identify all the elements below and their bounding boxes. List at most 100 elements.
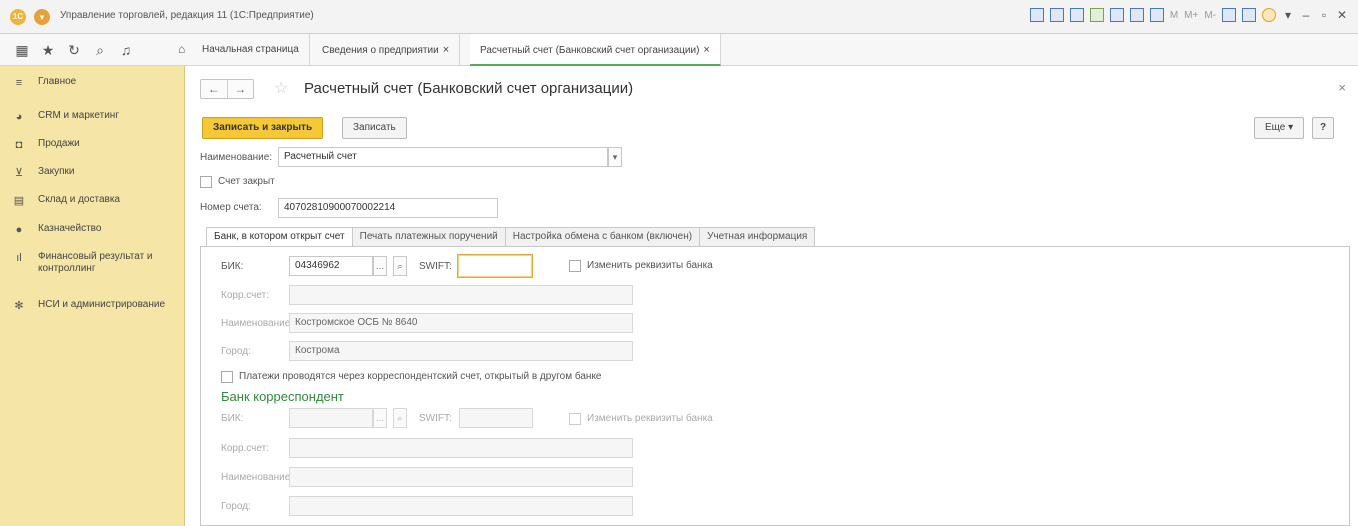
- save-icon[interactable]: [1029, 8, 1044, 22]
- more-button[interactable]: Еще ▾: [1254, 117, 1305, 139]
- tab-home[interactable]: Начальная страница: [192, 34, 310, 66]
- close-tab-icon[interactable]: ×: [443, 44, 449, 56]
- gear-icon: ✻: [14, 300, 24, 312]
- corr-bik-label: БИК:: [221, 413, 244, 424]
- corr-account-label: Корр.счет:: [221, 290, 269, 301]
- history-icon[interactable]: ↻: [66, 42, 82, 59]
- help-button[interactable]: ?: [1312, 117, 1334, 139]
- minimize-icon[interactable]: –: [1300, 8, 1312, 22]
- calendar-icon[interactable]: [1149, 8, 1164, 22]
- memory-m-icon[interactable]: M: [1170, 10, 1178, 21]
- sections-sidebar: ≡ Главное ◕ CRM и маркетинг ◘ Продажи ⊻ …: [0, 66, 185, 526]
- warehouse-icon: ▤: [13, 195, 25, 207]
- bik-open-button[interactable]: ⌕: [393, 256, 407, 276]
- cart-icon: ⊻: [14, 167, 24, 179]
- account-closed-checkbox[interactable]: [200, 176, 212, 188]
- bar-chart-icon: ıl: [16, 252, 22, 264]
- city-label: Город:: [221, 346, 251, 357]
- maximize-icon[interactable]: ▫: [1318, 8, 1330, 22]
- name-field[interactable]: Расчетный счет: [278, 147, 608, 167]
- dropdown-icon[interactable]: ▾: [1282, 8, 1294, 22]
- tab-bank[interactable]: Банк, в котором открыт счет: [206, 227, 353, 247]
- payments-via-corr-label: Платежи проводятся через корреспондентск…: [239, 371, 602, 382]
- preview-icon[interactable]: [1069, 8, 1084, 22]
- memory-plus-icon[interactable]: M+: [1184, 10, 1198, 21]
- pie-chart-icon: ◕: [15, 111, 23, 123]
- link-icon[interactable]: [1109, 8, 1124, 22]
- corr-bik-open-button[interactable]: ⌕: [393, 408, 407, 428]
- corr-corr-account-field[interactable]: [289, 438, 633, 458]
- tab-print-payments[interactable]: Печать платежных поручений: [352, 227, 506, 247]
- favorites-star-icon[interactable]: ★: [40, 42, 56, 59]
- corr-bik-field[interactable]: [289, 408, 373, 428]
- corr-corr-account-label: Корр.счет:: [221, 443, 269, 454]
- search-icon[interactable]: ⌕: [92, 42, 108, 59]
- sections-menu-icon[interactable]: ▦: [14, 42, 30, 59]
- attach-icon[interactable]: [1089, 8, 1104, 22]
- corr-bank-section-title: Банк корреспондент: [221, 389, 344, 404]
- window-title: Управление торговлей, редакция 11 (1С:Пр…: [60, 10, 314, 21]
- notifications-bell-icon[interactable]: ♫: [118, 42, 134, 58]
- favorite-star-icon[interactable]: ☆: [274, 78, 288, 98]
- corr-bank-name-field[interactable]: [289, 467, 633, 487]
- corr-swift-label: SWIFT:: [419, 413, 452, 424]
- name-dropdown-button[interactable]: ▾: [608, 147, 622, 167]
- city-field[interactable]: Кострома: [289, 341, 633, 361]
- account-number-label: Номер счета:: [200, 202, 262, 213]
- shopping-bag-icon: ◘: [15, 139, 23, 151]
- swift-label: SWIFT:: [419, 261, 452, 272]
- list-icon: ≡: [15, 77, 23, 89]
- form-area: ← → ☆ Расчетный счет (Банковский счет ор…: [186, 66, 1358, 526]
- payments-via-corr-checkbox[interactable]: [221, 371, 233, 383]
- bank-name-field[interactable]: Костромское ОСБ № 8640: [289, 313, 633, 333]
- home-icon[interactable]: ⌂: [178, 42, 185, 56]
- corr-change-bank-details-checkbox[interactable]: [569, 413, 581, 425]
- save-button[interactable]: Записать: [342, 117, 407, 139]
- close-tab-icon[interactable]: ×: [703, 44, 709, 56]
- close-form-icon[interactable]: ×: [1338, 80, 1346, 95]
- bank-panel: БИК: 04346962 … ⌕ SWIFT: Изменить реквиз…: [200, 246, 1350, 526]
- zoom-icon[interactable]: [1222, 8, 1236, 22]
- change-bank-details-label: Изменить реквизиты банка: [587, 260, 713, 271]
- corr-account-field[interactable]: [289, 285, 633, 305]
- navigation-bar: ▦ ★ ↻ ⌕ ♫ ⌂ Начальная страница Сведения …: [0, 34, 1358, 66]
- bik-field[interactable]: 04346962: [289, 256, 373, 276]
- window-title-bar: 1С ▾ Управление торговлей, редакция 11 (…: [0, 0, 1358, 34]
- account-closed-label: Счет закрыт: [218, 176, 275, 187]
- corr-bik-select-button[interactable]: …: [373, 408, 387, 428]
- change-bank-details-checkbox[interactable]: [569, 260, 581, 272]
- back-arrow-icon[interactable]: ←: [201, 80, 228, 98]
- print-icon[interactable]: [1049, 8, 1064, 22]
- sidebar-item-warehouse[interactable]: ▤ Склад и доставка: [12, 194, 182, 208]
- memory-minus-icon[interactable]: M-: [1204, 10, 1216, 21]
- history-arrows: ← →: [200, 79, 254, 99]
- tab-accounting-info[interactable]: Учетная информация: [700, 227, 816, 247]
- bik-label: БИК:: [221, 261, 244, 272]
- forward-arrow-icon[interactable]: →: [228, 80, 254, 98]
- bik-select-button[interactable]: …: [373, 256, 387, 276]
- save-and-close-button[interactable]: Записать и закрыть: [202, 117, 324, 139]
- info-icon[interactable]: [1262, 8, 1276, 22]
- sidebar-item-main[interactable]: ≡ Главное: [12, 76, 182, 90]
- sidebar-item-crm[interactable]: ◕ CRM и маркетинг: [12, 110, 182, 124]
- main-menu-icon[interactable]: ▾: [34, 9, 50, 25]
- close-window-icon[interactable]: ✕: [1336, 8, 1348, 22]
- corr-city-field[interactable]: [289, 496, 633, 516]
- name-label: Наименование:: [200, 152, 273, 163]
- form-tabs: Банк, в котором открыт счет Печать плате…: [206, 227, 816, 247]
- swift-field[interactable]: [457, 254, 533, 278]
- sidebar-item-treasury[interactable]: ● Казначейство: [12, 223, 182, 237]
- window-icon[interactable]: [1242, 8, 1256, 22]
- tab-company-info[interactable]: Сведения о предприятии ×: [312, 34, 461, 66]
- sidebar-item-sales[interactable]: ◘ Продажи: [12, 138, 182, 152]
- corr-city-label: Город:: [221, 501, 251, 512]
- tab-bank-account[interactable]: Расчетный счет (Банковский счет организа…: [470, 34, 721, 66]
- account-number-field[interactable]: 40702810900070002214: [278, 198, 498, 218]
- tab-bank-exchange[interactable]: Настройка обмена с банком (включен): [505, 227, 701, 247]
- sidebar-item-finance[interactable]: ıl Финансовый результат и контроллинг: [12, 251, 182, 275]
- sidebar-item-purchases[interactable]: ⊻ Закупки: [12, 166, 182, 180]
- sidebar-item-admin[interactable]: ✻ НСИ и администрирование: [12, 299, 182, 313]
- corr-bank-name-label: Наименование:: [221, 472, 294, 483]
- calculator-icon[interactable]: [1129, 8, 1144, 22]
- corr-swift-field[interactable]: [459, 408, 533, 428]
